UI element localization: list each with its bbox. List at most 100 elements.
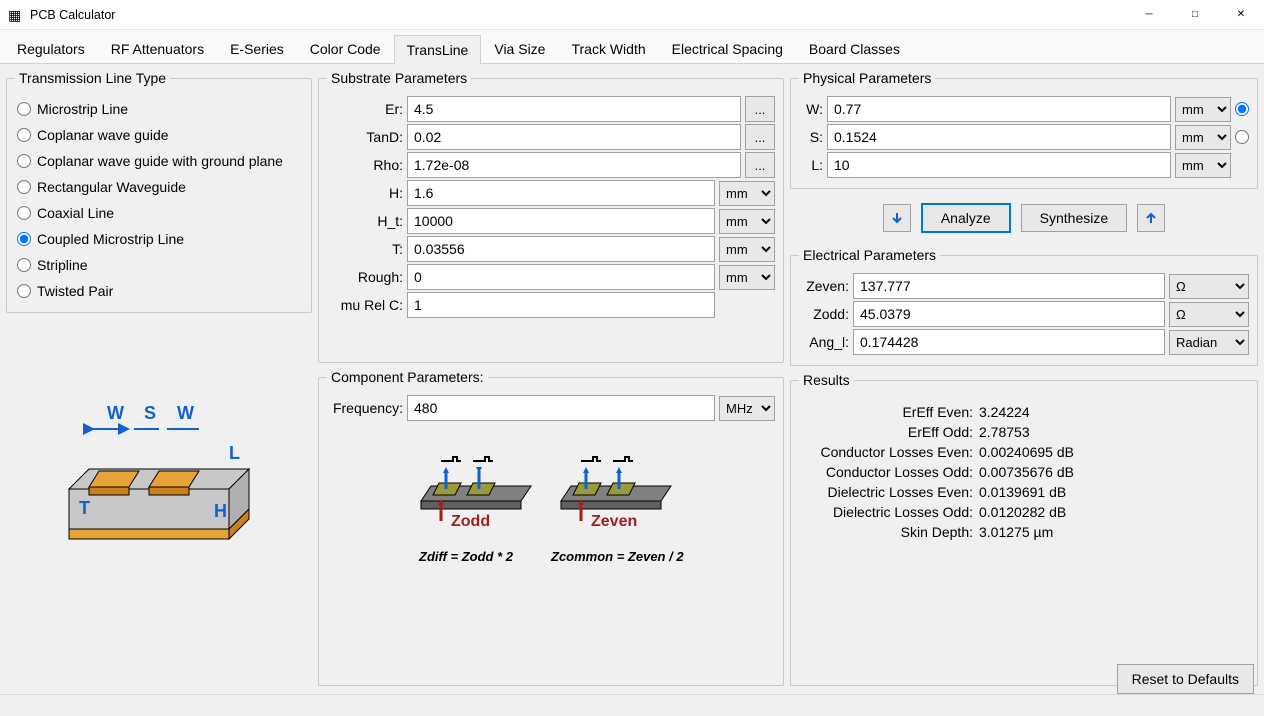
linetype-rectangular-waveguide[interactable]: Rectangular Waveguide [15, 174, 303, 200]
svg-text:H: H [214, 501, 227, 521]
substrate-2-input[interactable] [407, 152, 741, 178]
substrate-7-input[interactable] [407, 292, 715, 318]
physical-legend: Physical Parameters [799, 70, 935, 86]
svg-text:W: W [177, 403, 194, 423]
substrate-5-unit-select[interactable]: mm [719, 237, 775, 262]
linetype-radio[interactable] [17, 128, 31, 142]
frequency-unit-select[interactable]: MHz [719, 396, 775, 421]
electrical-0-input[interactable] [853, 273, 1165, 299]
linetype-radio[interactable] [17, 284, 31, 298]
linetype-radio[interactable] [17, 180, 31, 194]
arrow-up-button[interactable] [1137, 204, 1165, 232]
physical-1-radio[interactable] [1235, 130, 1249, 144]
tab-rf-attenuators[interactable]: RF Attenuators [98, 34, 217, 63]
result-3-value: 0.00735676 dB [979, 464, 1074, 480]
result-0-value: 3.24224 [979, 404, 1030, 420]
result-2-value: 0.00240695 dB [979, 444, 1074, 460]
substrate-0-input[interactable] [407, 96, 741, 122]
result-3-key: Conductor Losses Odd: [799, 464, 979, 480]
linetype-radio[interactable] [17, 258, 31, 272]
minimize-button[interactable]: ─ [1126, 0, 1172, 30]
reset-button[interactable]: Reset to Defaults [1117, 664, 1254, 694]
substrate-4-input[interactable] [407, 208, 715, 234]
physical-0-radio[interactable] [1235, 102, 1249, 116]
tab-e-series[interactable]: E-Series [217, 34, 297, 63]
zcommon-caption: Zcommon = Zeven / 2 [550, 549, 684, 564]
result-1-value: 2.78753 [979, 424, 1030, 440]
transmission-line-type-legend: Transmission Line Type [15, 70, 170, 86]
substrate-1-label: TanD: [327, 129, 403, 145]
physical-2-unit-select[interactable]: mm [1175, 153, 1231, 178]
zdiff-caption: Zdiff = Zodd * 2 [418, 549, 514, 564]
analyze-button[interactable]: Analyze [921, 203, 1011, 233]
svg-text:S: S [144, 403, 156, 423]
substrate-1-input[interactable] [407, 124, 741, 150]
electrical-1-input[interactable] [853, 301, 1165, 327]
linetype-microstrip-line[interactable]: Microstrip Line [15, 96, 303, 122]
electrical-0-unit-select[interactable]: Ω [1169, 274, 1249, 299]
physical-parameters-group: Physical Parameters W: mm S: mm L: mm [790, 70, 1258, 189]
titlebar: ▦ PCB Calculator ─ □ ✕ [0, 0, 1264, 30]
linetype-coupled-microstrip-line[interactable]: Coupled Microstrip Line [15, 226, 303, 252]
tab-regulators[interactable]: Regulators [4, 34, 98, 63]
frequency-label: Frequency: [327, 400, 403, 416]
window-title: PCB Calculator [30, 8, 1126, 22]
linetype-radio[interactable] [17, 206, 31, 220]
substrate-6-label: Rough: [327, 269, 403, 285]
frequency-input[interactable] [407, 395, 715, 421]
result-4-value: 0.0139691 dB [979, 484, 1066, 500]
substrate-1-more-button[interactable]: ... [745, 124, 775, 150]
component-legend: Component Parameters: [327, 369, 488, 385]
substrate-6-input[interactable] [407, 264, 715, 290]
linetype-twisted-pair[interactable]: Twisted Pair [15, 278, 303, 304]
results-group: Results ErEff Even: 3.24224ErEff Odd: 2.… [790, 372, 1258, 686]
electrical-2-input[interactable] [853, 329, 1165, 355]
tab-electrical-spacing[interactable]: Electrical Spacing [659, 34, 796, 63]
line-diagram: W S W T H L [6, 379, 312, 549]
tab-board-classes[interactable]: Board Classes [796, 34, 913, 63]
result-0-key: ErEff Even: [799, 404, 979, 420]
linetype-radio[interactable] [17, 154, 31, 168]
statusbar [0, 694, 1264, 716]
electrical-1-unit-select[interactable]: Ω [1169, 302, 1249, 327]
maximize-button[interactable]: □ [1172, 0, 1218, 30]
linetype-coplanar-wave-guide[interactable]: Coplanar wave guide [15, 122, 303, 148]
tab-color-code[interactable]: Color Code [297, 34, 394, 63]
tab-via-size[interactable]: Via Size [481, 34, 558, 63]
result-4-key: Dielectric Losses Even: [799, 484, 979, 500]
linetype-stripline[interactable]: Stripline [15, 252, 303, 278]
arrow-down-button[interactable] [883, 204, 911, 232]
substrate-parameters-group: Substrate Parameters Er: ...TanD: ...Rho… [318, 70, 784, 363]
linetype-coplanar-wave-guide-with-ground-plane[interactable]: Coplanar wave guide with ground plane [15, 148, 303, 174]
tab-bar: RegulatorsRF AttenuatorsE-SeriesColor Co… [0, 30, 1264, 64]
linetype-coaxial-line[interactable]: Coaxial Line [15, 200, 303, 226]
substrate-5-input[interactable] [407, 236, 715, 262]
substrate-6-unit-select[interactable]: mm [719, 265, 775, 290]
linetype-radio[interactable] [17, 102, 31, 116]
substrate-3-input[interactable] [407, 180, 715, 206]
tab-transline[interactable]: TransLine [394, 35, 482, 64]
linetype-radio[interactable] [17, 232, 31, 246]
synthesize-button[interactable]: Synthesize [1021, 204, 1127, 232]
substrate-0-more-button[interactable]: ... [745, 96, 775, 122]
electrical-legend: Electrical Parameters [799, 247, 940, 263]
action-row: Analyze Synthesize [790, 195, 1258, 241]
result-5-value: 0.0120282 dB [979, 504, 1066, 520]
physical-1-label: S: [799, 129, 823, 145]
substrate-0-label: Er: [327, 101, 403, 117]
physical-0-unit-select[interactable]: mm [1175, 97, 1231, 122]
substrate-2-more-button[interactable]: ... [745, 152, 775, 178]
physical-2-input[interactable] [827, 152, 1171, 178]
physical-1-input[interactable] [827, 124, 1171, 150]
result-1-key: ErEff Odd: [799, 424, 979, 440]
substrate-3-unit-select[interactable]: mm [719, 181, 775, 206]
physical-0-input[interactable] [827, 96, 1171, 122]
close-button[interactable]: ✕ [1218, 0, 1264, 30]
svg-text:L: L [229, 443, 240, 463]
physical-1-unit-select[interactable]: mm [1175, 125, 1231, 150]
substrate-4-unit-select[interactable]: mm [719, 209, 775, 234]
tab-track-width[interactable]: Track Width [558, 34, 658, 63]
component-parameters-group: Component Parameters: Frequency: MHz Zod… [318, 369, 784, 686]
electrical-2-unit-select[interactable]: Radian [1169, 330, 1249, 355]
substrate-7-label: mu Rel C: [327, 297, 403, 313]
